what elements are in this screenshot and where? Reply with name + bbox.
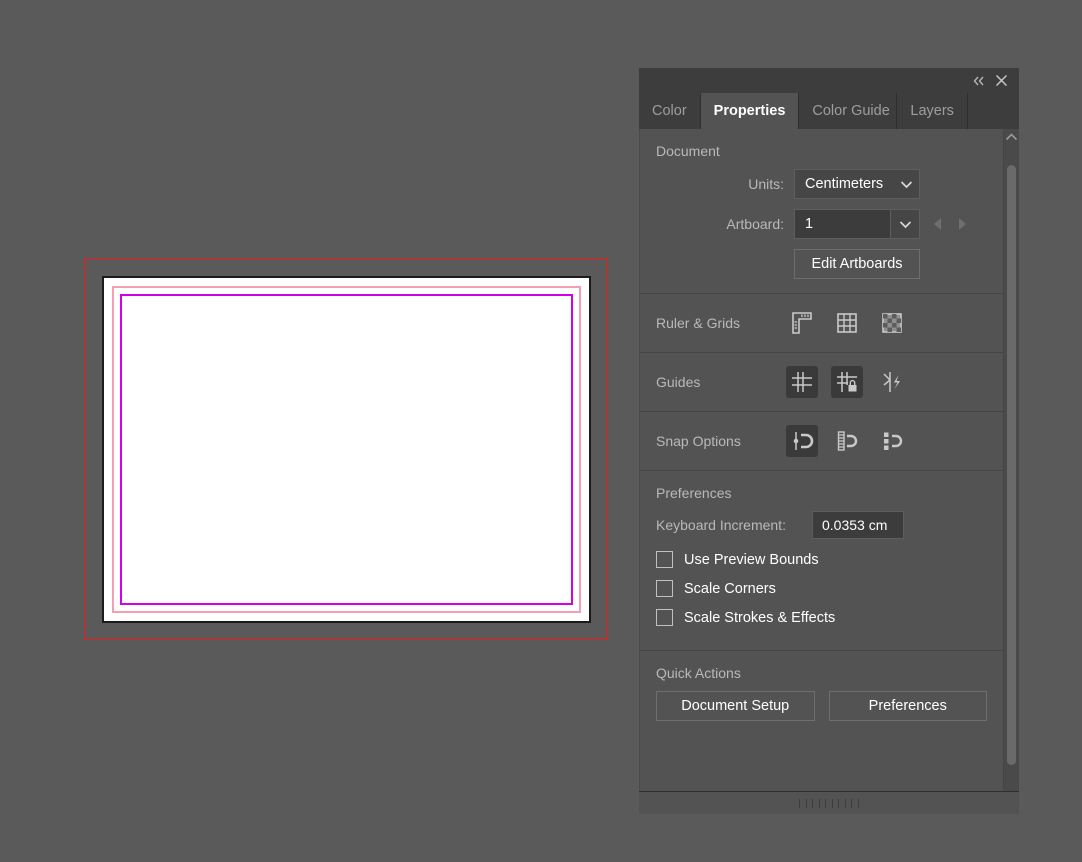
ruler-grids-row: Ruler & Grids: [640, 294, 1003, 353]
panel-body: Document Units: Centimeters Artboard: 1: [639, 129, 1019, 791]
canvas-area[interactable]: [0, 0, 639, 862]
next-artboard-icon[interactable]: [957, 217, 968, 231]
scroll-thumb[interactable]: [1007, 165, 1016, 765]
edit-artboards-row: Edit Artboards: [656, 249, 987, 279]
tab-color[interactable]: Color: [639, 93, 701, 129]
ruler-grids-label: Ruler & Grids: [656, 315, 786, 331]
smart-guides-icon[interactable]: [876, 366, 908, 398]
collapse-icon[interactable]: [968, 71, 990, 91]
preferences-section: Preferences Keyboard Increment: 0.0353 c…: [640, 471, 1003, 651]
document-setup-button[interactable]: Document Setup: [656, 691, 815, 721]
scale-strokes-effects-checkbox[interactable]: [656, 609, 673, 626]
panel-footer: [639, 791, 1019, 814]
panel-titlebar[interactable]: [639, 68, 1019, 93]
artboard-label: Artboard:: [656, 216, 794, 232]
guide-outer: [112, 286, 581, 613]
guides-label: Guides: [656, 374, 786, 390]
snap-to-grid-icon[interactable]: [831, 425, 863, 457]
tab-label: Layers: [910, 103, 954, 119]
properties-panel: Color Properties Color Guide Layers Docu…: [639, 68, 1019, 814]
snap-options-row: Snap Options: [640, 412, 1003, 471]
resize-grip[interactable]: [799, 799, 859, 808]
artboard-value[interactable]: 1: [795, 210, 891, 238]
keyboard-increment-row: Keyboard Increment: 0.0353 cm: [656, 511, 987, 539]
units-value: Centimeters: [795, 176, 893, 192]
tab-color-guide[interactable]: Color Guide: [799, 93, 897, 129]
panel-scrollbar[interactable]: [1003, 129, 1019, 791]
chevron-up-icon[interactable]: [1005, 129, 1018, 145]
artboard-select[interactable]: 1: [794, 209, 920, 239]
tab-strip-filler: [968, 93, 1019, 129]
tab-label: Color: [652, 103, 687, 119]
scale-corners-row[interactable]: Scale Corners: [656, 580, 987, 597]
grid-icon[interactable]: [831, 307, 863, 339]
artboard-nav-arrows: [932, 217, 968, 231]
tab-layers[interactable]: Layers: [897, 93, 968, 129]
document-section-title: Document: [656, 143, 987, 159]
keyboard-increment-label: Keyboard Increment:: [656, 517, 812, 533]
preferences-section-title: Preferences: [656, 485, 987, 501]
scroll-track[interactable]: [1004, 145, 1019, 791]
close-icon: [995, 74, 1008, 87]
double-chevron-left-icon: [972, 75, 986, 87]
guide-inner: [120, 294, 573, 605]
snap-options-label: Snap Options: [656, 433, 786, 449]
units-row: Units: Centimeters: [656, 169, 987, 199]
scale-strokes-effects-row[interactable]: Scale Strokes & Effects: [656, 609, 987, 626]
transparency-grid-icon[interactable]: [876, 307, 908, 339]
scale-strokes-effects-label: Scale Strokes & Effects: [684, 610, 835, 626]
snap-to-pixel-icon[interactable]: [876, 425, 908, 457]
show-guides-icon[interactable]: [786, 366, 818, 398]
chevron-down-icon: [891, 220, 919, 229]
guides-row: Guides: [640, 353, 1003, 412]
quick-actions-buttons: Document Setup Preferences: [656, 691, 987, 721]
scale-corners-label: Scale Corners: [684, 581, 776, 597]
ruler-icon[interactable]: [786, 307, 818, 339]
chevron-down-icon: [893, 180, 919, 189]
close-button[interactable]: [990, 71, 1012, 91]
quick-actions-section: Quick Actions Document Setup Preferences: [640, 651, 1003, 733]
preferences-button[interactable]: Preferences: [829, 691, 988, 721]
units-label: Units:: [656, 176, 794, 192]
use-preview-bounds-label: Use Preview Bounds: [684, 552, 819, 568]
scale-corners-checkbox[interactable]: [656, 580, 673, 597]
use-preview-bounds-checkbox[interactable]: [656, 551, 673, 568]
panel-content: Document Units: Centimeters Artboard: 1: [640, 129, 1003, 791]
lock-guides-icon[interactable]: [831, 366, 863, 398]
artboard[interactable]: [102, 276, 591, 623]
keyboard-increment-input[interactable]: 0.0353 cm: [812, 511, 904, 539]
snap-to-point-icon[interactable]: [786, 425, 818, 457]
tab-label: Color Guide: [812, 103, 889, 119]
quick-actions-section-title: Quick Actions: [656, 665, 987, 681]
document-section: Document Units: Centimeters Artboard: 1: [640, 129, 1003, 294]
previous-artboard-icon[interactable]: [932, 217, 943, 231]
units-select[interactable]: Centimeters: [794, 169, 920, 199]
panel-tab-strip: Color Properties Color Guide Layers: [639, 93, 1019, 129]
artboard-row: Artboard: 1: [656, 209, 987, 239]
tab-properties[interactable]: Properties: [701, 93, 800, 129]
edit-artboards-button[interactable]: Edit Artboards: [794, 249, 920, 279]
tab-label: Properties: [714, 103, 786, 119]
use-preview-bounds-row[interactable]: Use Preview Bounds: [656, 551, 987, 568]
